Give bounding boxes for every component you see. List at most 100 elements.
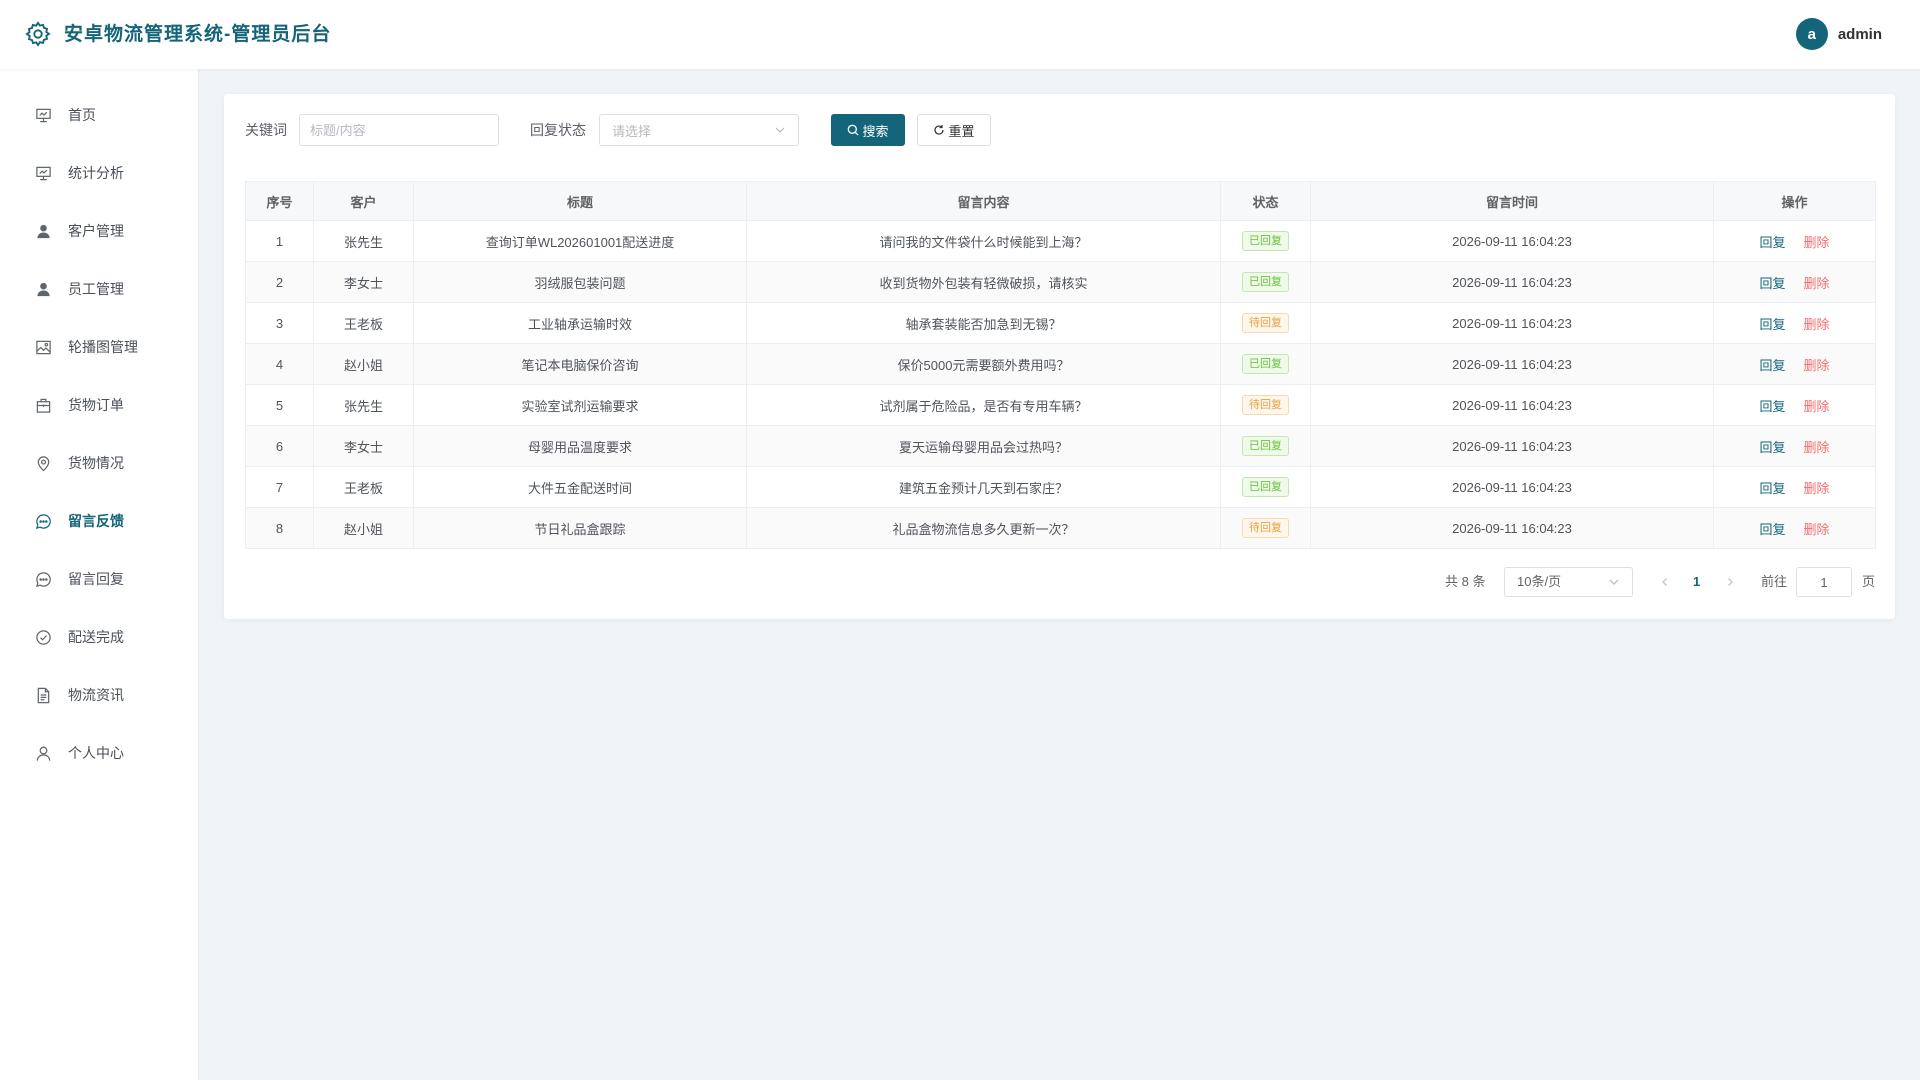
- table-row: 7 王老板 大件五金配送时间 建筑五金预计几天到石家庄？ 已回复 2026-09-11 1…: [245, 466, 1876, 508]
- cell-customer: 王老板: [313, 302, 414, 344]
- sidebar-item-8[interactable]: 留言反馈: [0, 498, 199, 544]
- reply-button[interactable]: 回复: [1759, 481, 1785, 496]
- username[interactable]: admin: [1838, 26, 1882, 43]
- table-row: 2 李女士 羽绒服包装问题 收到货物外包装有轻微破损，请核实 已回复 2026-09-11…: [245, 261, 1876, 303]
- sidebar-item-3[interactable]: 客户管理: [0, 208, 199, 254]
- cell-title: 节日礼品盒跟踪: [413, 507, 747, 549]
- reply-button[interactable]: 回复: [1759, 276, 1785, 291]
- cell-customer: 李女士: [313, 425, 414, 467]
- page-size-select[interactable]: 10条/页: [1504, 567, 1633, 597]
- cell-content: 轴承套装能否加急到无锡？: [746, 302, 1221, 344]
- keyword-input[interactable]: [299, 114, 499, 146]
- avatar[interactable]: a: [1795, 18, 1828, 50]
- delete-button[interactable]: 删除: [1804, 522, 1830, 537]
- status-badge: 已回复: [1242, 231, 1289, 251]
- goto-label: 前往: [1761, 574, 1788, 589]
- delete-button[interactable]: 删除: [1804, 481, 1830, 496]
- user-menu[interactable]: a admin: [1795, 18, 1882, 50]
- page-size-value: 10条/页: [1517, 574, 1562, 589]
- reply-button[interactable]: 回复: [1759, 358, 1785, 373]
- sidebar-item-5[interactable]: 轮播图管理: [0, 324, 199, 370]
- refresh-icon: [934, 125, 945, 135]
- chevron-down-icon: [1609, 579, 1619, 585]
- page-number-1[interactable]: 1: [1693, 567, 1700, 597]
- reply-button[interactable]: 回复: [1759, 399, 1785, 414]
- status-badge: 已回复: [1242, 354, 1289, 374]
- status-badge: 已回复: [1242, 436, 1289, 456]
- cell-customer: 张先生: [313, 384, 414, 426]
- delete-button[interactable]: 删除: [1804, 358, 1830, 373]
- sidebar-item-2[interactable]: 统计分析: [0, 150, 199, 196]
- sidebar-item-10[interactable]: 配送完成: [0, 614, 199, 660]
- presentation-icon: [34, 106, 52, 124]
- sidebar-item-label: 货物情况: [68, 455, 124, 471]
- message-feedback-panel: 关键词 回复状态 请选择 搜索 重置 序号客户标题留言内容状态留言时间操作 1张…: [224, 94, 1895, 619]
- cell-title: 查询订单WL202601001配送进度: [413, 220, 747, 262]
- check-circle-icon: [34, 628, 52, 646]
- status-label: 回复状态: [530, 122, 586, 138]
- sidebar-item-6[interactable]: 货物订单: [0, 382, 199, 428]
- cell-content: 礼品盒物流信息多久更新一次？: [746, 507, 1221, 549]
- cell-title: 工业轴承运输时效: [413, 302, 747, 344]
- reply-button[interactable]: 回复: [1759, 440, 1785, 455]
- sidebar-item-label: 物流资讯: [68, 687, 124, 703]
- sidebar-item-4[interactable]: 员工管理: [0, 266, 199, 312]
- status-badge: 已回复: [1242, 477, 1289, 497]
- page-suffix: 页: [1862, 574, 1876, 589]
- app-title: 安卓物流管理系统-管理员后台: [64, 24, 332, 45]
- reset-button-label: 重置: [948, 123, 975, 139]
- reset-button[interactable]: 重置: [917, 114, 991, 146]
- sidebar-item-11[interactable]: 物流资讯: [0, 672, 199, 718]
- column-header: 标题: [413, 181, 747, 221]
- column-header: 状态: [1220, 181, 1311, 221]
- sidebar-item-9[interactable]: 留言回复: [0, 556, 199, 602]
- delete-button[interactable]: 删除: [1804, 276, 1830, 291]
- prev-page-button[interactable]: [1655, 567, 1675, 597]
- sidebar-item-1[interactable]: 首页: [0, 92, 199, 138]
- cell-actions: 回复 删除: [1713, 507, 1876, 549]
- briefcase-icon: [34, 396, 52, 414]
- column-header: 客户: [313, 181, 414, 221]
- cell-status: 已回复: [1220, 466, 1311, 508]
- chevron-right-icon: [1728, 578, 1733, 586]
- search-button[interactable]: 搜索: [831, 114, 905, 146]
- reply-button[interactable]: 回复: [1759, 235, 1785, 250]
- cell-customer: 李女士: [313, 261, 414, 303]
- search-button-label: 搜索: [862, 123, 889, 139]
- delete-button[interactable]: 删除: [1804, 317, 1830, 332]
- sidebar-item-12[interactable]: 个人中心: [0, 730, 199, 776]
- status-badge: 待回复: [1242, 518, 1289, 538]
- status-select-placeholder: 请选择: [612, 123, 652, 139]
- cell-content: 收到货物外包装有轻微破损，请核实: [746, 261, 1221, 303]
- cell-actions: 回复 删除: [1713, 466, 1876, 508]
- presentation-icon: [34, 164, 52, 182]
- location-icon: [34, 454, 52, 472]
- cell-title: 笔记本电脑保价咨询: [413, 343, 747, 385]
- delete-button[interactable]: 删除: [1804, 235, 1830, 250]
- delete-button[interactable]: 删除: [1804, 440, 1830, 455]
- table-row: 6 李女士 母婴用品温度要求 夏天运输母婴用品会过热吗？ 已回复 2026-09-11 1…: [245, 425, 1876, 467]
- next-page-button[interactable]: [1720, 567, 1740, 597]
- goto-page-input[interactable]: [1796, 567, 1852, 597]
- column-header: 序号: [245, 181, 314, 221]
- table-row: 8 赵小姐 节日礼品盒跟踪 礼品盒物流信息多久更新一次？ 待回复 2026-09-11 1…: [245, 507, 1876, 549]
- top-header: 安卓物流管理系统-管理员后台 a admin: [0, 0, 1920, 69]
- cell-time: 2026-09-11 16:04:23: [1310, 507, 1714, 549]
- chat-icon: [34, 512, 52, 530]
- document-icon: [34, 686, 52, 704]
- cell-content: 请问我的文件袋什么时候能到上海？: [746, 220, 1221, 262]
- sidebar: 首页统计分析客户管理员工管理轮播图管理货物订单货物情况留言反馈留言回复配送完成物…: [0, 69, 199, 1080]
- reply-button[interactable]: 回复: [1759, 522, 1785, 537]
- sidebar-item-label: 员工管理: [68, 281, 124, 297]
- cell-status: 待回复: [1220, 302, 1311, 344]
- status-select[interactable]: 请选择: [599, 114, 799, 146]
- cell-no: 5: [245, 384, 314, 426]
- reply-button[interactable]: 回复: [1759, 317, 1785, 332]
- cell-customer: 王老板: [313, 466, 414, 508]
- sidebar-item-label: 统计分析: [68, 165, 124, 181]
- sidebar-item-label: 个人中心: [68, 745, 124, 761]
- delete-button[interactable]: 删除: [1804, 399, 1830, 414]
- cell-actions: 回复 删除: [1713, 261, 1876, 303]
- sidebar-item-7[interactable]: 货物情况: [0, 440, 199, 486]
- cell-no: 7: [245, 466, 314, 508]
